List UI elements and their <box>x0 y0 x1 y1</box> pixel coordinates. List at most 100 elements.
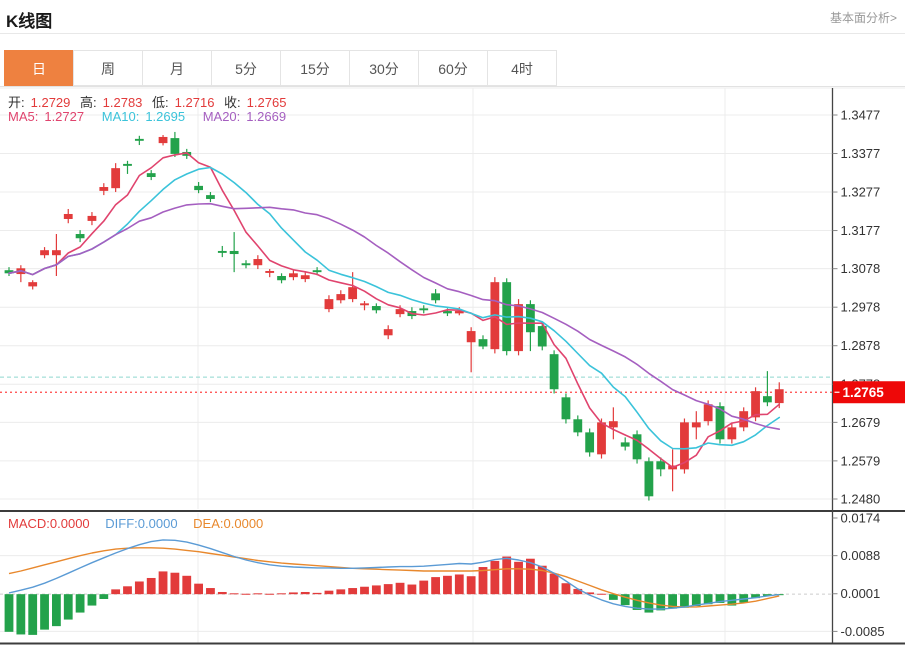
price-tick-label: 1.3277 <box>841 185 881 200</box>
macd-bar <box>467 576 476 594</box>
macd-bar <box>265 594 274 595</box>
candle-body[interactable] <box>633 434 642 459</box>
macd-label: MACD: <box>8 516 50 531</box>
candle-body[interactable] <box>348 287 357 299</box>
macd-bar <box>490 561 499 594</box>
price-tick-label: 1.2878 <box>841 338 881 353</box>
macd-bar <box>277 593 286 594</box>
candle-body[interactable] <box>313 270 322 272</box>
candle-body[interactable] <box>289 273 298 277</box>
macd-bar <box>111 589 120 594</box>
candle-body[interactable] <box>218 251 227 253</box>
macd-bar <box>348 588 357 594</box>
candle-body[interactable] <box>64 214 73 219</box>
candle-body[interactable] <box>159 137 168 143</box>
candle-body[interactable] <box>479 339 488 346</box>
candle-body[interactable] <box>253 259 262 265</box>
candle-body[interactable] <box>28 282 37 286</box>
candle-body[interactable] <box>336 294 345 300</box>
candle-body[interactable] <box>123 164 132 166</box>
candle-body[interactable] <box>76 234 85 238</box>
macd-bar <box>573 589 582 594</box>
candle-body[interactable] <box>692 422 701 427</box>
macd-bar <box>289 592 298 594</box>
candle-body[interactable] <box>230 251 239 254</box>
macd-bar <box>230 593 239 594</box>
candle-body[interactable] <box>206 195 215 199</box>
close-value: 1.2765 <box>247 95 287 110</box>
macd-bar <box>159 571 168 594</box>
ma20-label: MA20: <box>203 109 241 124</box>
ma10-label: MA10: <box>102 109 140 124</box>
candle-body[interactable] <box>585 432 594 452</box>
macd-bar <box>384 584 393 594</box>
price-tick-label: 1.2579 <box>841 453 881 468</box>
macd-bar <box>680 594 689 608</box>
macd-bar <box>171 573 180 594</box>
candle-body[interactable] <box>194 186 203 190</box>
macd-bar <box>502 557 511 595</box>
candle-body[interactable] <box>171 138 180 154</box>
macd-tick-label: 0.0001 <box>841 586 881 601</box>
candle-body[interactable] <box>656 461 665 469</box>
candle-body[interactable] <box>514 304 523 351</box>
macd-readout: MACD:0.0000 DIFF:0.0000 DEA:0.0000 <box>8 516 269 531</box>
low-label: 低: <box>152 95 169 110</box>
macd-bar <box>431 577 440 594</box>
high-value: 1.2783 <box>103 95 143 110</box>
candle-body[interactable] <box>99 187 108 191</box>
macd-bar <box>455 574 464 594</box>
macd-bar <box>396 583 405 594</box>
candle-body[interactable] <box>550 354 559 389</box>
macd-bar <box>28 594 37 635</box>
candle-body[interactable] <box>775 389 784 403</box>
candle-body[interactable] <box>763 396 772 402</box>
candle-body[interactable] <box>40 250 49 255</box>
price-tick-label: 1.3177 <box>841 223 881 238</box>
candle-body[interactable] <box>111 168 120 188</box>
macd-tick-label: -0.0085 <box>841 624 885 639</box>
candle-body[interactable] <box>467 331 476 342</box>
price-tick-label: 1.3477 <box>841 108 881 123</box>
candle-body[interactable] <box>301 275 310 279</box>
candle-body[interactable] <box>147 173 156 177</box>
macd-value: 0.0000 <box>50 516 90 531</box>
candle-body[interactable] <box>360 303 369 305</box>
candle-body[interactable] <box>645 461 654 496</box>
candle-body[interactable] <box>325 299 334 309</box>
macd-bar <box>64 594 73 619</box>
candle-body[interactable] <box>384 329 393 335</box>
candle-body[interactable] <box>277 276 286 280</box>
ma10-value: 1.2695 <box>145 109 185 124</box>
candle-body[interactable] <box>372 306 381 310</box>
macd-tick-label: 0.0088 <box>841 548 881 563</box>
macd-tick-label: 0.0174 <box>841 511 881 526</box>
candle-body[interactable] <box>751 391 760 417</box>
macd-histogram <box>5 557 784 635</box>
kline-widget: K线图 基本面分析> 日周月5分15分30分60分4时 1.34771.3377… <box>0 0 905 645</box>
macd-bar <box>5 594 14 632</box>
ma-readout: MA5:1.2727 MA10:1.2695 MA20:1.2669 <box>8 109 292 124</box>
candle-body[interactable] <box>573 419 582 432</box>
macd-bar <box>419 581 428 595</box>
candle-body[interactable] <box>52 250 61 255</box>
candle-body[interactable] <box>431 293 440 300</box>
macd-bar <box>253 593 262 594</box>
current-price-value: 1.2765 <box>843 385 885 400</box>
macd-bar <box>514 562 523 594</box>
macd-bar <box>194 584 203 595</box>
candle-body[interactable] <box>609 421 618 427</box>
candle-body[interactable] <box>597 422 606 454</box>
candle-body[interactable] <box>704 404 713 421</box>
candle-body[interactable] <box>562 397 571 419</box>
candle-body[interactable] <box>265 271 274 273</box>
gridlines <box>0 88 905 643</box>
macd-bar <box>182 576 191 594</box>
candle-body[interactable] <box>727 427 736 439</box>
dea-value: 0.0000 <box>224 516 264 531</box>
candle-body[interactable] <box>621 442 630 446</box>
candle-body[interactable] <box>135 139 144 141</box>
candle-body[interactable] <box>88 216 97 221</box>
candle-body[interactable] <box>242 263 251 265</box>
candle-body[interactable] <box>419 308 428 310</box>
